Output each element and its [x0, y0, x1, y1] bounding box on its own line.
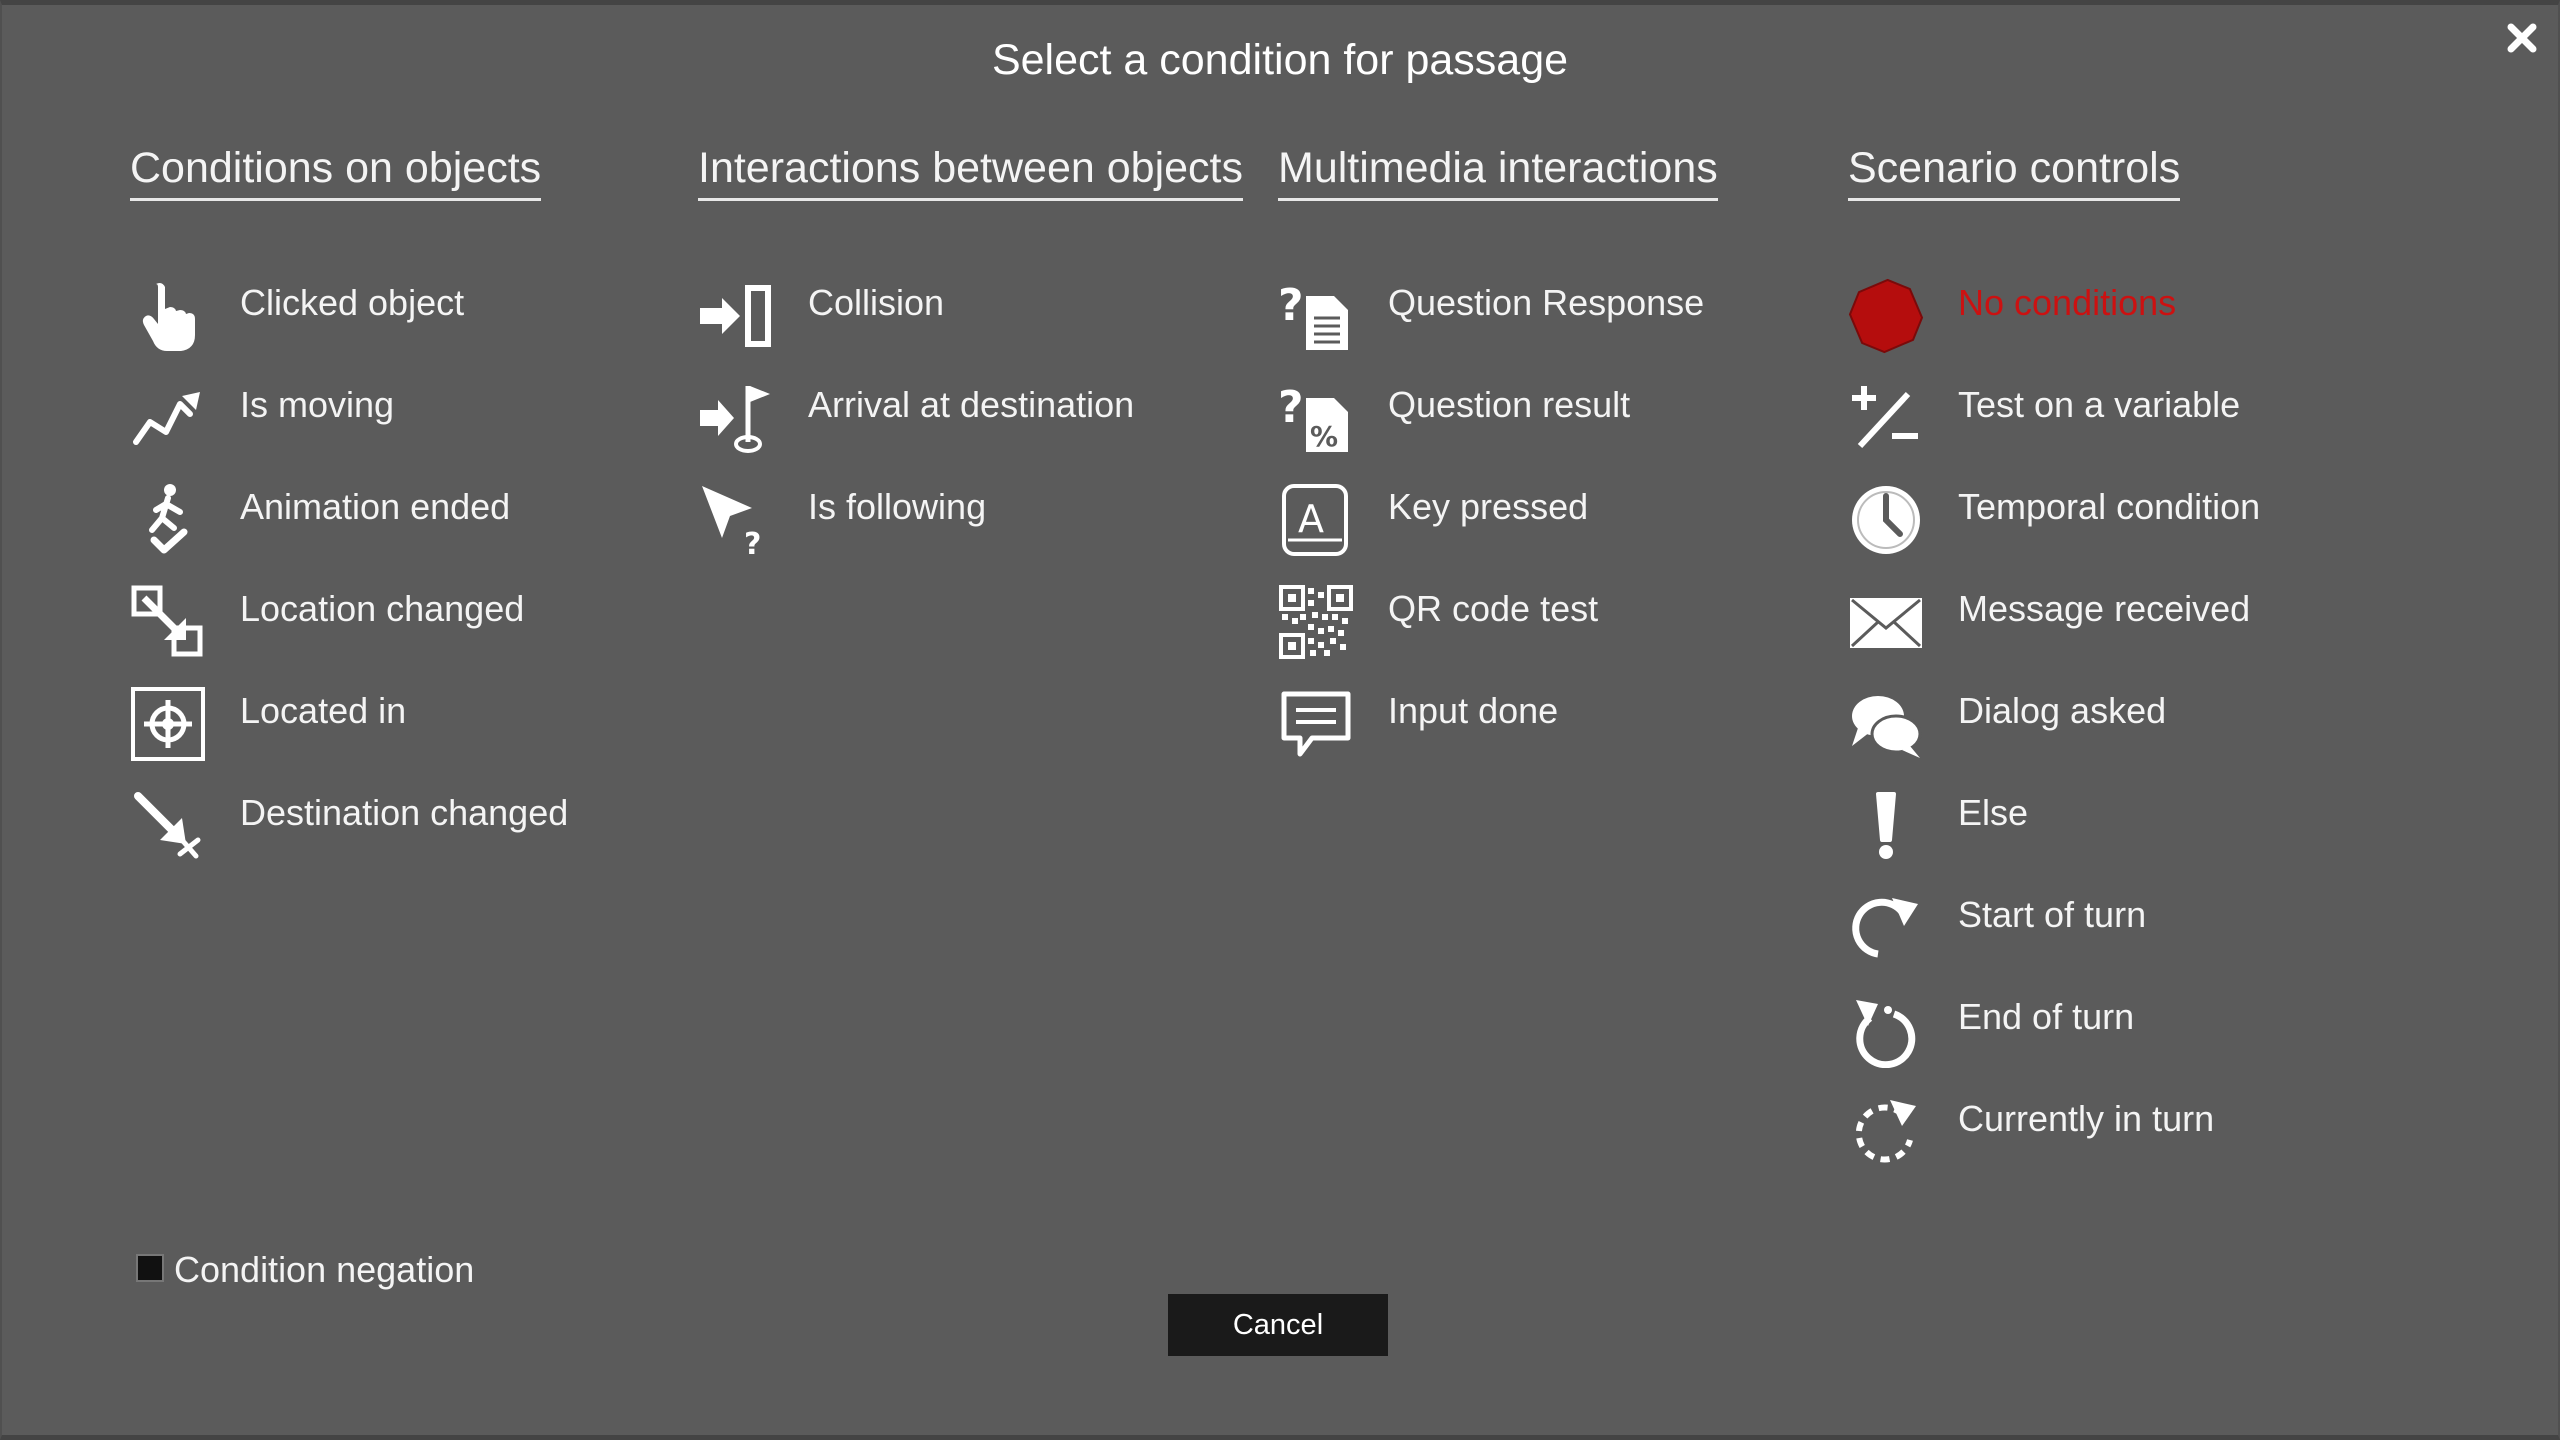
condition-label: QR code test — [1388, 588, 1599, 629]
column-interactions-between-objects: Interactions between objects Collision A… — [698, 138, 1243, 558]
condition-located-in[interactable]: Located in — [130, 686, 670, 766]
cancel-button[interactable]: Cancel — [1168, 1294, 1388, 1356]
condition-label: Dialog asked — [1958, 690, 2167, 731]
condition-label: End of turn — [1958, 996, 2135, 1037]
rotate-clockwise-icon — [1848, 890, 1924, 966]
condition-label: Arrival at destination — [808, 384, 1135, 425]
condition-else[interactable]: Else — [1848, 788, 2388, 868]
condition-label: Located in — [240, 690, 407, 731]
condition-currently-in-turn[interactable]: Currently in turn — [1848, 1094, 2388, 1174]
condition-is-moving[interactable]: Is moving — [130, 380, 670, 460]
keyboard-key-icon: A — [1278, 482, 1354, 558]
condition-label: Location changed — [240, 588, 525, 629]
column-scenario-controls: Scenario controls No conditions Test on … — [1848, 138, 2260, 1163]
question-percent-icon: ?% — [1278, 380, 1354, 456]
destination-arrow-icon — [130, 788, 206, 864]
cursor-question-icon: ? — [698, 482, 774, 558]
condition-dialog-asked[interactable]: Dialog asked — [1848, 686, 2388, 766]
condition-message-received[interactable]: Message received — [1848, 584, 2388, 664]
condition-label: Clicked object — [240, 282, 465, 323]
column-heading: Scenario controls — [1848, 138, 2181, 201]
condition-destination-changed[interactable]: Destination changed — [130, 788, 670, 868]
condition-label: Test on a variable — [1958, 384, 2241, 425]
condition-label: Is moving — [240, 384, 395, 425]
svg-text:?: ? — [1278, 382, 1304, 433]
condition-start-of-turn[interactable]: Start of turn — [1848, 890, 2388, 970]
column-conditions-on-objects: Conditions on objects Clicked object Is … — [130, 138, 568, 859]
condition-label: Collision — [808, 282, 945, 323]
condition-label: Input done — [1388, 690, 1559, 731]
qr-code-icon — [1278, 584, 1354, 660]
condition-negation-label: Condition negation — [174, 1249, 475, 1290]
envelope-icon — [1848, 584, 1924, 660]
column-heading: Conditions on objects — [130, 138, 542, 201]
condition-temporal-condition[interactable]: Temporal condition — [1848, 482, 2388, 562]
condition-label: Key pressed — [1388, 486, 1589, 527]
condition-no-conditions[interactable]: No conditions — [1848, 278, 2388, 358]
condition-input-done[interactable]: Input done — [1278, 686, 1818, 766]
svg-text:?: ? — [1278, 280, 1304, 331]
moving-path-icon — [130, 380, 206, 456]
condition-is-following[interactable]: ? Is following — [698, 482, 1238, 562]
condition-label: Animation ended — [240, 486, 511, 527]
speech-bubble-icon — [1278, 686, 1354, 762]
svg-text:?: ? — [744, 527, 761, 558]
condition-label: Else — [1958, 792, 2029, 833]
rotate-counterclockwise-icon — [1848, 992, 1924, 1068]
condition-collision[interactable]: Collision — [698, 278, 1238, 358]
condition-label: Question Response — [1388, 282, 1705, 323]
condition-test-on-a-variable[interactable]: Test on a variable — [1848, 380, 2388, 460]
condition-label: Currently in turn — [1958, 1098, 2215, 1139]
condition-animation-ended[interactable]: Animation ended — [130, 482, 670, 562]
condition-location-changed[interactable]: Location changed — [130, 584, 670, 664]
plus-minus-icon — [1848, 380, 1924, 456]
svg-text:A: A — [1298, 497, 1324, 541]
arrival-flag-icon — [698, 380, 774, 456]
svg-text:%: % — [1310, 420, 1338, 453]
condition-key-pressed[interactable]: A Key pressed — [1278, 482, 1818, 562]
condition-label: Question result — [1388, 384, 1631, 425]
column-multimedia-interactions: Multimedia interactions ? Question Respo… — [1278, 138, 1718, 757]
condition-end-of-turn[interactable]: End of turn — [1848, 992, 2388, 1072]
condition-label: Temporal condition — [1958, 486, 2261, 527]
condition-label: Destination changed — [240, 792, 569, 833]
column-heading: Multimedia interactions — [1278, 138, 1718, 201]
clock-icon — [1848, 482, 1924, 558]
chat-bubbles-icon — [1848, 686, 1924, 762]
condition-clicked-object[interactable]: Clicked object — [130, 278, 670, 358]
collision-arrow-icon — [698, 278, 774, 354]
condition-question-response[interactable]: ? Question Response — [1278, 278, 1818, 358]
dashed-rotate-icon — [1848, 1094, 1924, 1170]
crosshair-box-icon — [130, 686, 206, 762]
pointing-hand-icon — [130, 278, 206, 354]
condition-label: Start of turn — [1958, 894, 2147, 935]
condition-arrival-at-destination[interactable]: Arrival at destination — [698, 380, 1238, 460]
question-document-icon: ? — [1278, 278, 1354, 354]
walking-figure-icon — [130, 482, 206, 558]
condition-label: No conditions — [1958, 282, 2177, 323]
exclamation-icon — [1848, 788, 1924, 864]
location-swap-icon — [130, 584, 206, 660]
condition-qr-code-test[interactable]: QR code test — [1278, 584, 1818, 664]
red-octagon-icon — [1848, 278, 1924, 354]
condition-label: Is following — [808, 486, 987, 527]
checkbox-box[interactable] — [136, 1254, 164, 1282]
dialog-title: Select a condition for passage — [991, 36, 1569, 84]
condition-label: Message received — [1958, 588, 2251, 629]
close-icon[interactable] — [2504, 20, 2540, 56]
column-heading: Interactions between objects — [698, 138, 1243, 201]
condition-question-result[interactable]: ?% Question result — [1278, 380, 1818, 460]
